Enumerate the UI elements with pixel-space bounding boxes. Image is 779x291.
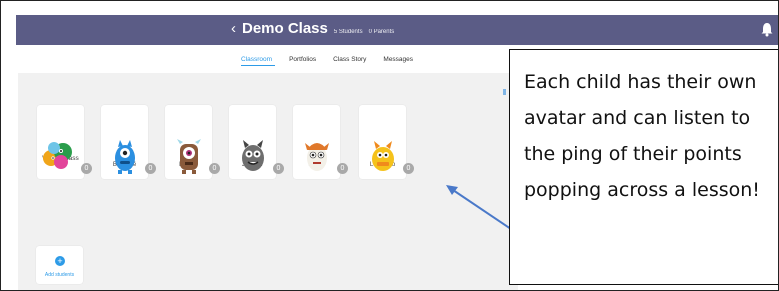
annotation-callout: Each child has their own avatar and can … bbox=[509, 49, 778, 285]
active-tab-underline bbox=[241, 65, 275, 66]
points-badge: 0 bbox=[145, 163, 156, 174]
callout-text: Each child has their own avatar and can … bbox=[524, 71, 760, 201]
tab-portfolios[interactable]: Portfolios bbox=[289, 56, 316, 63]
points-badge: 0 bbox=[403, 163, 414, 174]
class-title-group: ‹ Demo Class 5 Students 0 Parents bbox=[231, 19, 394, 39]
bell-icon[interactable] bbox=[760, 21, 774, 37]
parent-count: 0 Parents bbox=[368, 29, 395, 35]
class-tabs: Classroom Portfolios Class Story Message… bbox=[241, 56, 413, 63]
class-title: Demo Class bbox=[242, 20, 328, 37]
tab-classroom[interactable]: Classroom bbox=[241, 56, 272, 63]
add-students-label: Add students bbox=[44, 272, 75, 278]
points-badge: 0 bbox=[273, 163, 284, 174]
add-students-button[interactable]: + Add students bbox=[36, 246, 83, 284]
gray-monster-avatar bbox=[242, 140, 264, 171]
whole-class-avatar bbox=[43, 142, 72, 169]
blue-monster-avatar bbox=[115, 140, 135, 174]
chevron-left-icon[interactable]: ‹ bbox=[231, 19, 236, 39]
student-count: 5 Students bbox=[333, 29, 363, 35]
yellow-monster-avatar bbox=[372, 141, 394, 171]
tab-messages[interactable]: Messages bbox=[383, 56, 413, 63]
plus-icon: + bbox=[55, 256, 65, 266]
screenshot-frame: ‹ Demo Class 5 Students 0 Parents Classr… bbox=[0, 0, 779, 291]
class-header-bar: ‹ Demo Class 5 Students 0 Parents bbox=[16, 15, 778, 45]
orange-monster-avatar bbox=[305, 143, 329, 171]
points-badge: 0 bbox=[337, 163, 348, 174]
tab-class-story[interactable]: Class Story bbox=[333, 56, 366, 63]
points-badge: 0 bbox=[209, 163, 220, 174]
points-badge: 0 bbox=[81, 163, 92, 174]
panel-edge-marker bbox=[503, 89, 506, 95]
cyclops-monster-avatar bbox=[177, 139, 201, 174]
callout-arrow bbox=[446, 185, 512, 230]
